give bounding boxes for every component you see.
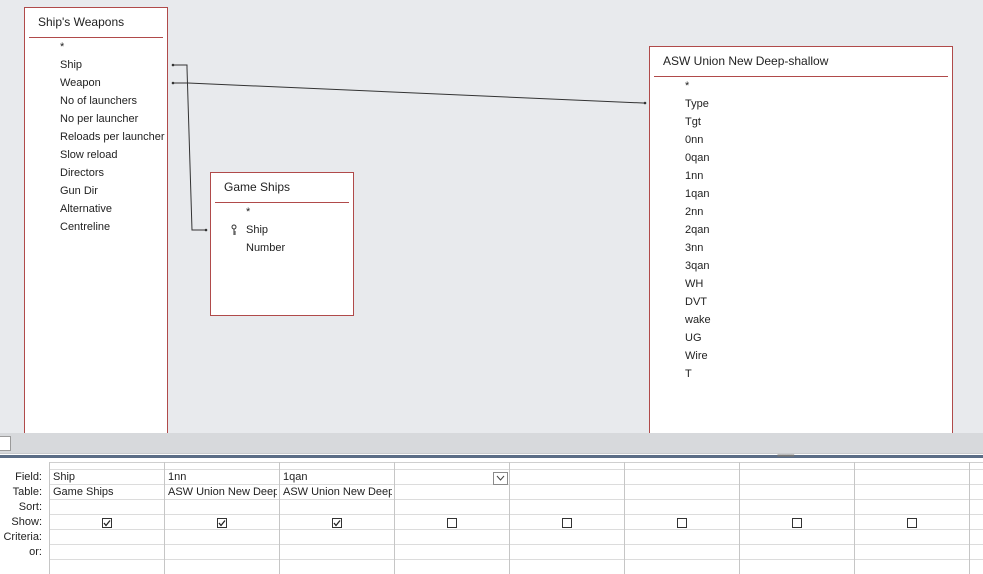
grid-column-line[interactable] [509, 462, 510, 574]
checkmark-icon [333, 520, 341, 527]
grid-column-line[interactable] [394, 462, 395, 574]
query-design-canvas[interactable]: Ship's Weapons * Ship Weapon No of launcher… [0, 0, 983, 433]
join-endpoint [171, 81, 175, 85]
grid-field-cell[interactable]: Ship [53, 470, 162, 485]
row-label-field: Field: [15, 471, 42, 483]
grid-row-line [50, 484, 983, 485]
row-label-or: or: [29, 546, 42, 558]
field-dropdown-button[interactable] [493, 472, 508, 485]
query-design-grid: Field: Table: Sort: Show: Criteria: or: … [0, 458, 983, 574]
grid-table-cell[interactable] [858, 485, 967, 500]
show-checkbox[interactable] [562, 518, 572, 528]
grid-row-line [50, 514, 983, 515]
grid-column-line[interactable] [279, 462, 280, 574]
show-checkbox[interactable] [792, 518, 802, 528]
checkmark-icon [218, 520, 226, 527]
grid-column-line[interactable] [739, 462, 740, 574]
grid-column-line[interactable] [854, 462, 855, 574]
show-checkbox[interactable] [102, 518, 112, 528]
join-endpoint [204, 228, 208, 232]
grid-table-cell[interactable]: Game Ships [53, 485, 162, 500]
grid-column-line[interactable] [969, 462, 970, 574]
grid-table-cell[interactable]: ASW Union New Deep-shallow [283, 485, 392, 500]
grid-field-cell[interactable] [513, 470, 622, 485]
grid-header-strip[interactable] [50, 462, 983, 463]
show-checkbox[interactable] [447, 518, 457, 528]
grid-column-line[interactable] [49, 462, 50, 574]
grid-row-line [50, 499, 983, 500]
relationship-lines [171, 63, 647, 232]
grid-row-line [50, 544, 983, 545]
chevron-down-icon [496, 475, 505, 481]
checkmark-icon [103, 520, 111, 527]
show-checkbox[interactable] [907, 518, 917, 528]
grid-column-line[interactable] [624, 462, 625, 574]
join-endpoint [643, 101, 647, 105]
join-line-weapon [172, 82, 645, 104]
show-checkbox[interactable] [677, 518, 687, 528]
row-label-sort: Sort: [18, 501, 42, 513]
show-checkbox[interactable] [217, 518, 227, 528]
grid-field-cell[interactable] [398, 470, 507, 485]
join-endpoint [171, 63, 175, 67]
grid-table-cell[interactable]: ASW Union New Deep-shallow [168, 485, 277, 500]
grid-field-cell[interactable]: 1nn [168, 470, 277, 485]
grid-table-cell[interactable] [398, 485, 507, 500]
row-label-table: Table: [12, 486, 42, 498]
grid-table-cell[interactable] [628, 485, 737, 500]
grid-table-cell[interactable] [743, 485, 852, 500]
grid-table-cell[interactable] [513, 485, 622, 500]
grid-row-line [50, 559, 983, 560]
join-line-ship [172, 64, 206, 231]
grid-selector-box[interactable] [0, 436, 11, 451]
grid-field-cell[interactable]: 1qan [283, 470, 392, 485]
show-checkbox[interactable] [332, 518, 342, 528]
grid-field-cell[interactable] [743, 470, 852, 485]
grid-column-line[interactable] [164, 462, 165, 574]
row-label-criteria: Criteria: [3, 531, 42, 543]
grid-field-cell[interactable] [628, 470, 737, 485]
grid-row-line [50, 469, 983, 470]
grid-field-cell[interactable] [858, 470, 967, 485]
row-label-show: Show: [11, 516, 42, 528]
pane-splitter[interactable] [0, 433, 983, 454]
grid-row-line [50, 529, 983, 530]
